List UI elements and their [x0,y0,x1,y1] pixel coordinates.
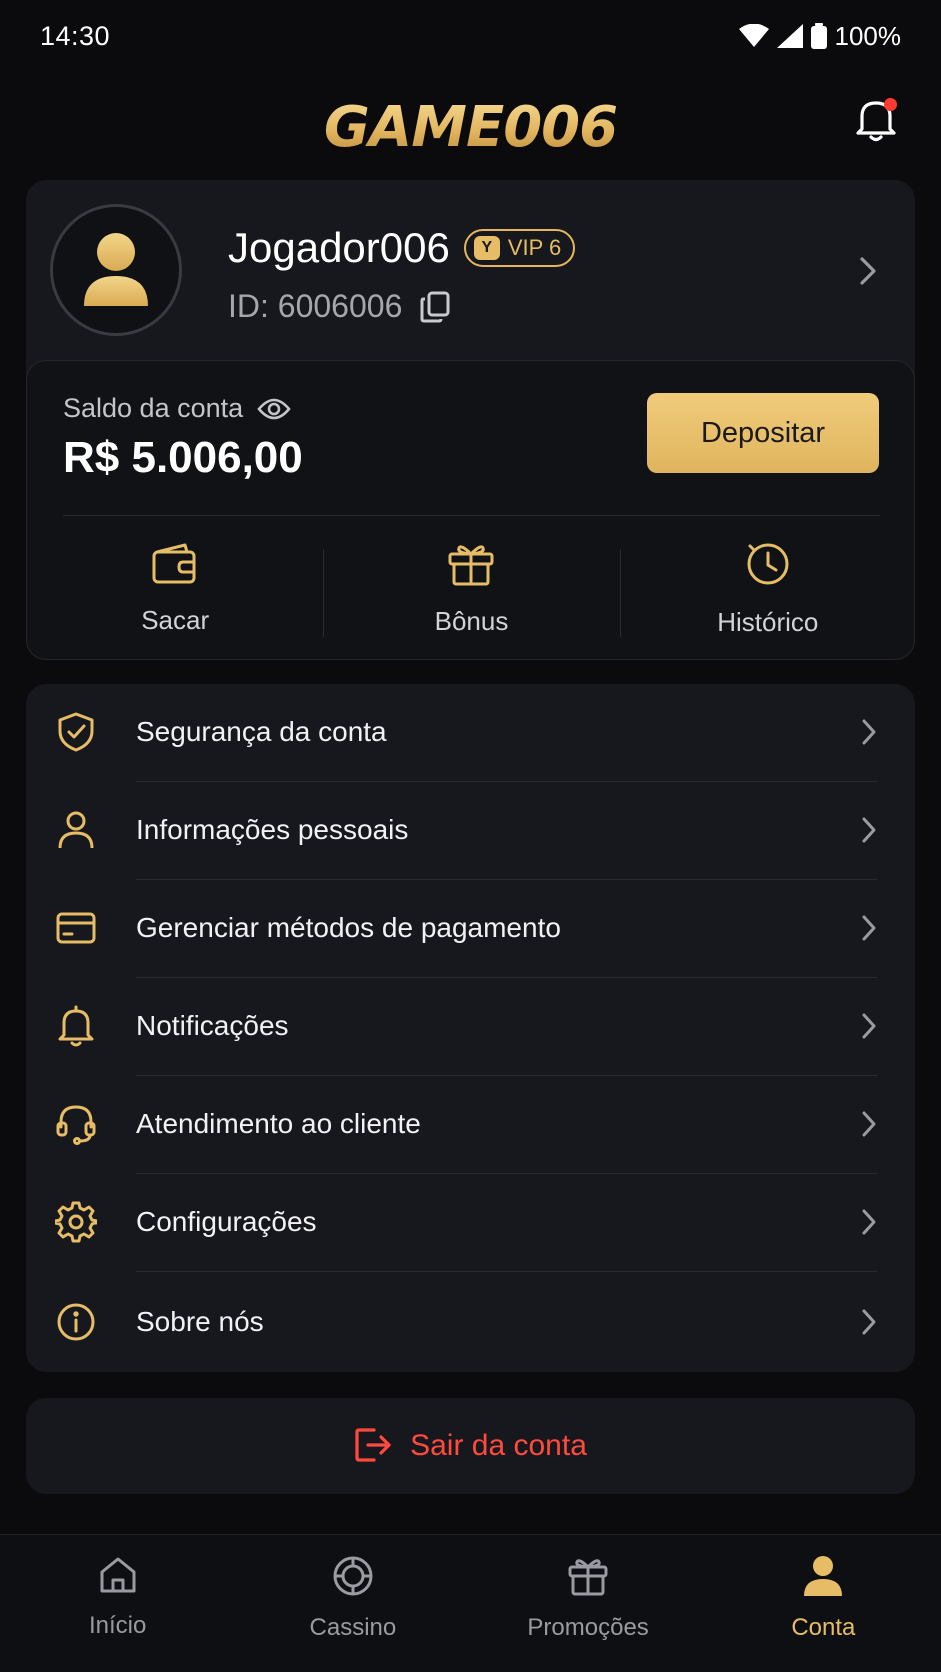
gift-icon [567,1555,609,1602]
user-silhouette-icon [84,233,148,306]
quick-action-sacar[interactable]: Sacar [27,521,323,657]
nav-label: Promoções [527,1614,649,1641]
user-id: ID: 6006006 [228,288,403,324]
menu-item-payment-methods[interactable]: Gerenciar métodos de pagamento [26,880,915,976]
menu-label: Notificações [136,1010,289,1041]
notifications-button[interactable] [847,92,905,150]
balance-divider [63,515,880,516]
bell-icon [54,1004,98,1048]
casino-chip-icon [332,1555,374,1602]
nav-item-cassino[interactable]: Cassino [235,1535,470,1672]
quick-actions: Sacar Bônus Histórico [27,521,916,657]
wifi-icon [738,24,769,48]
vip-icon: Y [473,236,500,260]
menu-label: Informações pessoais [136,814,409,845]
username-line: Jogador006 Y VIP 6 [228,224,576,272]
profile-card: Jogador006 Y VIP 6 ID: 6006006 Saldo da … [26,180,915,660]
nav-label: Conta [791,1614,856,1641]
balance-value: R$ 5.006,00 [63,433,303,482]
logout-button[interactable]: Sair da conta [26,1398,915,1494]
quick-action-label: Bônus [434,606,509,636]
shield-check-icon [54,710,98,754]
nav-item-inicio[interactable]: Início [0,1535,235,1672]
quick-action-bonus[interactable]: Bônus [323,521,619,657]
user-icon [54,808,98,852]
user-icon [803,1555,843,1602]
balance-label-line: Saldo da conta [63,393,291,424]
headset-icon [54,1102,98,1146]
info-icon [54,1300,98,1344]
credit-card-icon [54,906,98,950]
quick-action-historico[interactable]: Histórico [619,521,916,657]
avatar [50,204,182,336]
gear-icon [54,1200,98,1244]
gift-icon [447,541,495,592]
home-icon [98,1555,138,1600]
menu-item-notifications[interactable]: Notificações [26,978,915,1074]
deposit-button[interactable]: Depositar [647,393,879,473]
menu-item-settings[interactable]: Configurações [26,1174,915,1270]
notification-dot [884,98,897,111]
menu-label: Atendimento ao cliente [136,1108,421,1139]
history-icon [744,540,792,593]
wallet-icon [151,542,199,591]
logout-icon [354,1427,392,1466]
chevron-right-icon [861,1012,877,1040]
menu-item-personal-info[interactable]: Informações pessoais [26,782,915,878]
menu-item-about[interactable]: Sobre nós [26,1274,915,1370]
chevron-right-icon [861,914,877,942]
vip-badge: Y VIP 6 [463,229,576,267]
menu-label: Configurações [136,1206,317,1237]
menu-divider [136,1271,877,1272]
cell-signal-icon [776,24,803,48]
nav-item-conta[interactable]: Conta [706,1535,941,1672]
nav-item-promocoes[interactable]: Promoções [471,1535,706,1672]
app-header: GAME006 [0,72,941,182]
logout-label: Sair da conta [410,1429,587,1462]
quick-action-label: Sacar [141,605,210,635]
battery-percent: 100% [834,20,902,51]
username: Jogador006 [228,224,450,271]
menu-label: Gerenciar métodos de pagamento [136,912,561,943]
profile-row[interactable]: Jogador006 Y VIP 6 ID: 6006006 [26,180,915,360]
status-time: 14:30 [40,20,111,51]
chevron-right-icon [861,1308,877,1336]
eye-icon[interactable] [257,397,291,421]
vip-label: VIP 6 [507,235,562,260]
balance-panel: Saldo da conta R$ 5.006,00 Depositar Sac… [26,360,915,660]
app-logo: GAME006 [323,94,618,160]
settings-menu: Segurança da conta Informações pessoais … [26,684,915,1372]
menu-item-customer-support[interactable]: Atendimento ao cliente [26,1076,915,1172]
menu-item-security[interactable]: Segurança da conta [26,684,915,780]
menu-label: Sobre nós [136,1306,264,1337]
menu-label: Segurança da conta [136,716,387,747]
status-indicators: 100% [738,20,902,52]
chevron-right-icon [861,816,877,844]
status-bar: 14:30 100% [0,0,941,72]
nav-label: Cassino [309,1614,397,1641]
chevron-right-icon [861,718,877,746]
balance-label: Saldo da conta [63,393,244,423]
chevron-right-icon [859,256,877,291]
battery-icon [810,23,827,49]
chevron-right-icon [861,1208,877,1236]
user-id-line: ID: 6006006 [228,288,450,325]
copy-icon[interactable] [420,291,450,323]
chevron-right-icon [861,1110,877,1138]
nav-label: Início [88,1612,147,1639]
quick-action-label: Histórico [717,607,819,637]
bottom-nav: Início Cassino Promoções Conta [0,1534,941,1672]
